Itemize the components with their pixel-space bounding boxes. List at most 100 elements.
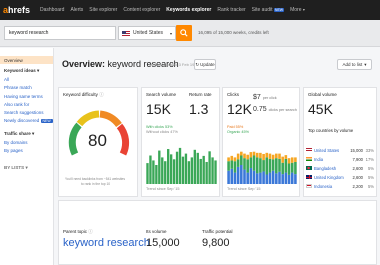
sidebar-heading-keyword-ideas: Keyword ideas ▾ — [4, 68, 40, 74]
nav-dashboard[interactable]: Dashboard — [40, 7, 64, 13]
sidebar-item-having-same-terms[interactable]: Having same terms — [0, 92, 53, 100]
info-icon: ⓘ — [88, 229, 93, 234]
sidebar-item-also-rank-for[interactable]: Also rank for — [0, 100, 53, 108]
search-volume-chart — [146, 147, 217, 184]
clicks-bar-segment — [236, 153, 240, 160]
nav-content-explorer[interactable]: Content explorer — [123, 7, 160, 13]
clicks-bar-segment — [259, 158, 262, 173]
sv-bar — [208, 151, 211, 184]
sv-bar — [152, 160, 155, 184]
clicks-bar-segment — [243, 169, 246, 184]
sv-bar — [181, 156, 185, 184]
country-row-india[interactable]: India 7,900 17% — [306, 155, 374, 163]
clicks-bar-segment — [255, 173, 259, 184]
parent-topic-label: Parent topic ⓘ — [63, 229, 93, 234]
sidebar-item-by-domains[interactable]: By domains — [0, 138, 53, 146]
nav-site-audit[interactable]: Site audit NEW — [252, 7, 285, 13]
nav-alerts[interactable]: Alerts — [70, 7, 83, 13]
clicks-bar-segment — [249, 168, 253, 184]
clicks-bar-segment — [278, 153, 281, 159]
clicks-bar-segment — [284, 155, 288, 159]
chevron-down-icon: ▾ — [302, 7, 305, 12]
search-button[interactable] — [176, 25, 192, 41]
sv-value: 15K — [146, 101, 171, 117]
nav-site-explorer[interactable]: Site explorer — [89, 7, 117, 13]
clicks-bar-segment — [243, 158, 246, 170]
clicks-bar-segment — [252, 155, 256, 171]
sv-bar — [175, 151, 179, 184]
sidebar-item-overview[interactable]: Overview — [0, 56, 53, 65]
clicks-bar-segment — [246, 172, 249, 184]
return-rate-label: Return rate — [189, 92, 212, 97]
sv-without-clicks: Without clicks 47% — [146, 130, 178, 134]
us-flag-icon — [122, 30, 130, 36]
keyword-search-input[interactable]: keyword research — [4, 26, 116, 40]
sidebar-item-search-suggestions[interactable]: Search suggestions — [0, 108, 53, 116]
chevron-down-icon: ▾ — [364, 61, 367, 67]
country-row-us[interactable]: United States 15,000 33% — [306, 146, 374, 154]
parent-topic-link[interactable]: keyword research — [63, 237, 150, 249]
clicks-bar-segment — [284, 158, 288, 173]
nav-rank-tracker[interactable]: Rank tracker — [217, 7, 245, 13]
clicks-bar-segment — [281, 162, 284, 175]
clicks-bar-segment — [230, 168, 234, 184]
uk-flag-icon — [306, 175, 312, 179]
clicks-bar-segment — [278, 171, 281, 184]
clicks-bar-segment — [236, 159, 240, 167]
clicks-trend-label: Trend since Sep '15 — [227, 187, 261, 191]
clicks-bar-segment — [252, 170, 256, 184]
nav-more[interactable]: More ▾ — [290, 7, 305, 13]
clicks-chart — [227, 151, 297, 184]
clicks-bar-segment — [262, 153, 265, 161]
clicks-bar-segment — [246, 154, 249, 160]
clicks-bar-segment — [290, 157, 294, 163]
clicks-bar-segment — [284, 172, 288, 184]
update-button[interactable]: ↻ Update — [194, 59, 216, 70]
clicks-bar-segment — [227, 170, 230, 184]
nav-keywords-explorer[interactable]: Keywords explorer — [166, 7, 211, 13]
clicks-bar-segment — [230, 160, 234, 169]
clicks-bar-segment — [262, 171, 265, 184]
clicks-bar-segment — [230, 155, 234, 161]
clicks-bar-segment — [275, 173, 278, 184]
credits-text: 16,095 of 15,000 weeks, credits left — [198, 30, 269, 35]
clicks-bar-segment — [271, 154, 275, 160]
bangladesh-flag-icon — [306, 166, 312, 170]
sv-bar — [211, 157, 214, 184]
sv-bar — [202, 155, 205, 184]
clicks-bar-segment — [255, 157, 259, 174]
sv-bar — [158, 150, 161, 184]
sv-bar — [161, 157, 164, 184]
chevron-down-icon: ▾ — [32, 130, 35, 136]
add-to-list-button[interactable]: Add to list ▾ — [337, 59, 372, 70]
search-volume-card: Search volume 15K Return rate 1.3 With c… — [141, 87, 220, 197]
sidebar-item-by-pages[interactable]: By pages — [0, 147, 53, 155]
traffic-potential-value: 9,800 — [202, 237, 230, 249]
cps-value: 0.75 clicks per search — [253, 106, 297, 113]
region-select[interactable]: United States ▾ — [118, 26, 176, 40]
kd-value: 80 — [88, 131, 107, 150]
country-row-indonesia[interactable]: Indonesia 2,200 5% — [306, 182, 374, 190]
clicks-bar-segment — [287, 174, 291, 184]
chevron-down-icon: ▾ — [25, 164, 28, 170]
new-badge: NEW — [40, 119, 53, 124]
clicks-bar-segment — [281, 156, 284, 163]
sv-bar — [199, 158, 202, 184]
sv-bar — [178, 147, 182, 184]
clicks-card: Clicks 12K $7 per click 0.75 clicks per … — [222, 87, 300, 197]
search-icon — [180, 29, 188, 37]
clicks-bar-segment — [278, 158, 281, 172]
ahrefs-logo[interactable]: ahrefs — [0, 5, 34, 15]
sidebar-item-newly-discovered[interactable]: Newly discovered NEW — [0, 117, 53, 125]
sidebar-item-all[interactable]: All — [0, 76, 53, 84]
clicks-bar-segment — [227, 161, 230, 171]
sv-bar — [155, 165, 158, 184]
country-row-bangladesh[interactable]: Bangladesh 2,600 5% — [306, 164, 374, 172]
keyword-difficulty-card: Keyword difficulty ⓘ 80 You'll need back… — [58, 87, 138, 197]
sidebar-item-phrase-match[interactable]: Phrase match — [0, 84, 53, 92]
sv-trend-label: Trend since Sep '15 — [146, 187, 180, 191]
country-row-uk[interactable]: United Kingdom 2,600 5% — [306, 173, 374, 181]
clicks-bar-segment — [287, 163, 291, 175]
clicks-bar-segment — [290, 162, 294, 173]
its-volume-label: Its volume — [146, 229, 167, 234]
